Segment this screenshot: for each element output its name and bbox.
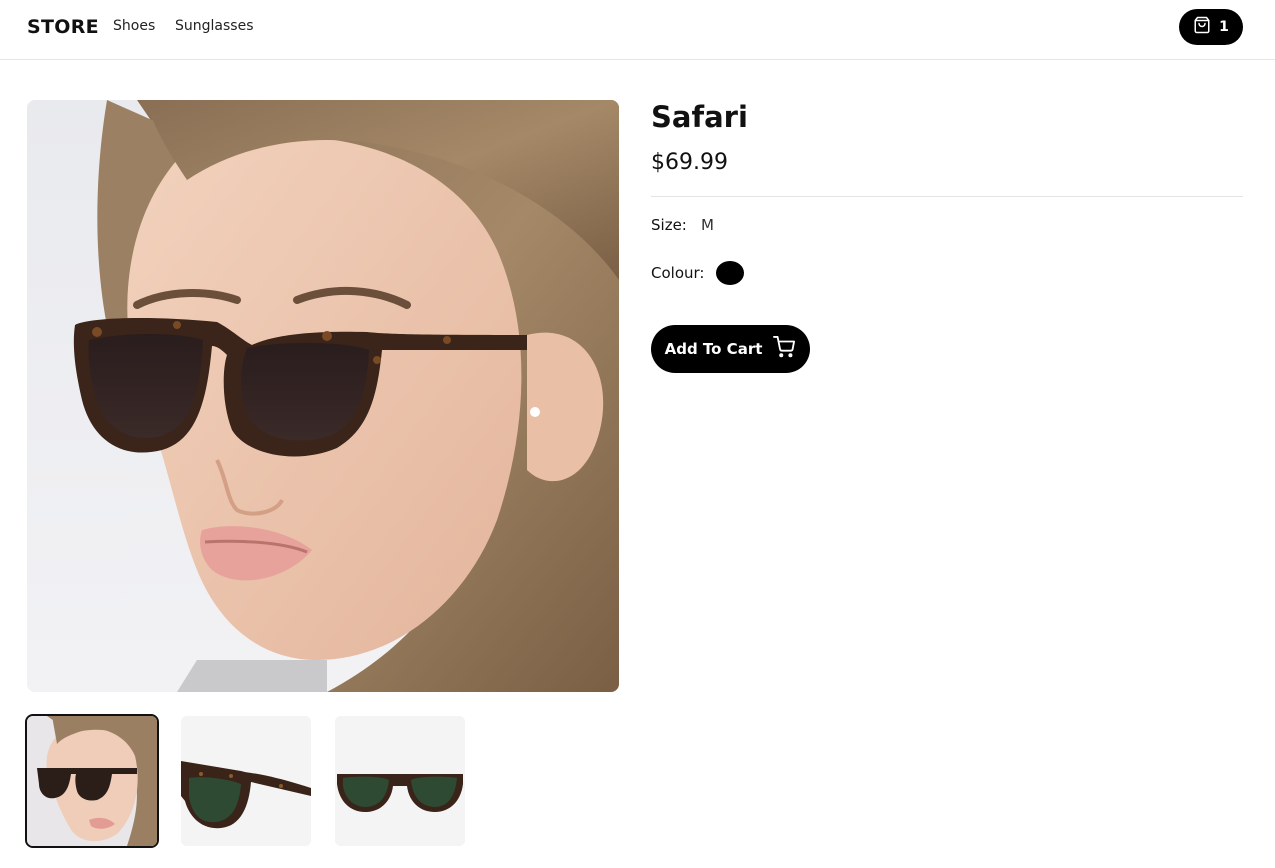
add-to-cart-button[interactable]: Add To Cart bbox=[651, 325, 810, 373]
store-logo[interactable]: STORE bbox=[27, 16, 99, 38]
size-label: Size: bbox=[651, 216, 687, 234]
shopping-bag-icon bbox=[1193, 16, 1211, 38]
product-price: $69.99 bbox=[651, 150, 728, 175]
colour-label: Colour: bbox=[651, 264, 705, 282]
shopping-cart-icon bbox=[772, 336, 796, 362]
nav-link-sunglasses[interactable]: Sunglasses bbox=[175, 18, 253, 34]
add-to-cart-label: Add To Cart bbox=[664, 340, 763, 358]
cart-count-badge: 1 bbox=[1219, 19, 1229, 35]
thumbnail-2[interactable] bbox=[181, 716, 311, 846]
divider bbox=[651, 196, 1243, 197]
colour-swatch-black[interactable] bbox=[716, 261, 744, 285]
product-title: Safari bbox=[651, 100, 748, 134]
nav-link-shoes[interactable]: Shoes bbox=[113, 18, 155, 34]
site-header: STORE Shoes Sunglasses 1 bbox=[0, 0, 1275, 60]
main-product-image bbox=[27, 100, 619, 692]
thumbnail-1[interactable] bbox=[25, 714, 159, 848]
size-option-m[interactable]: M bbox=[701, 216, 714, 234]
cart-button[interactable]: 1 bbox=[1179, 9, 1243, 45]
thumbnail-3[interactable] bbox=[335, 716, 465, 846]
